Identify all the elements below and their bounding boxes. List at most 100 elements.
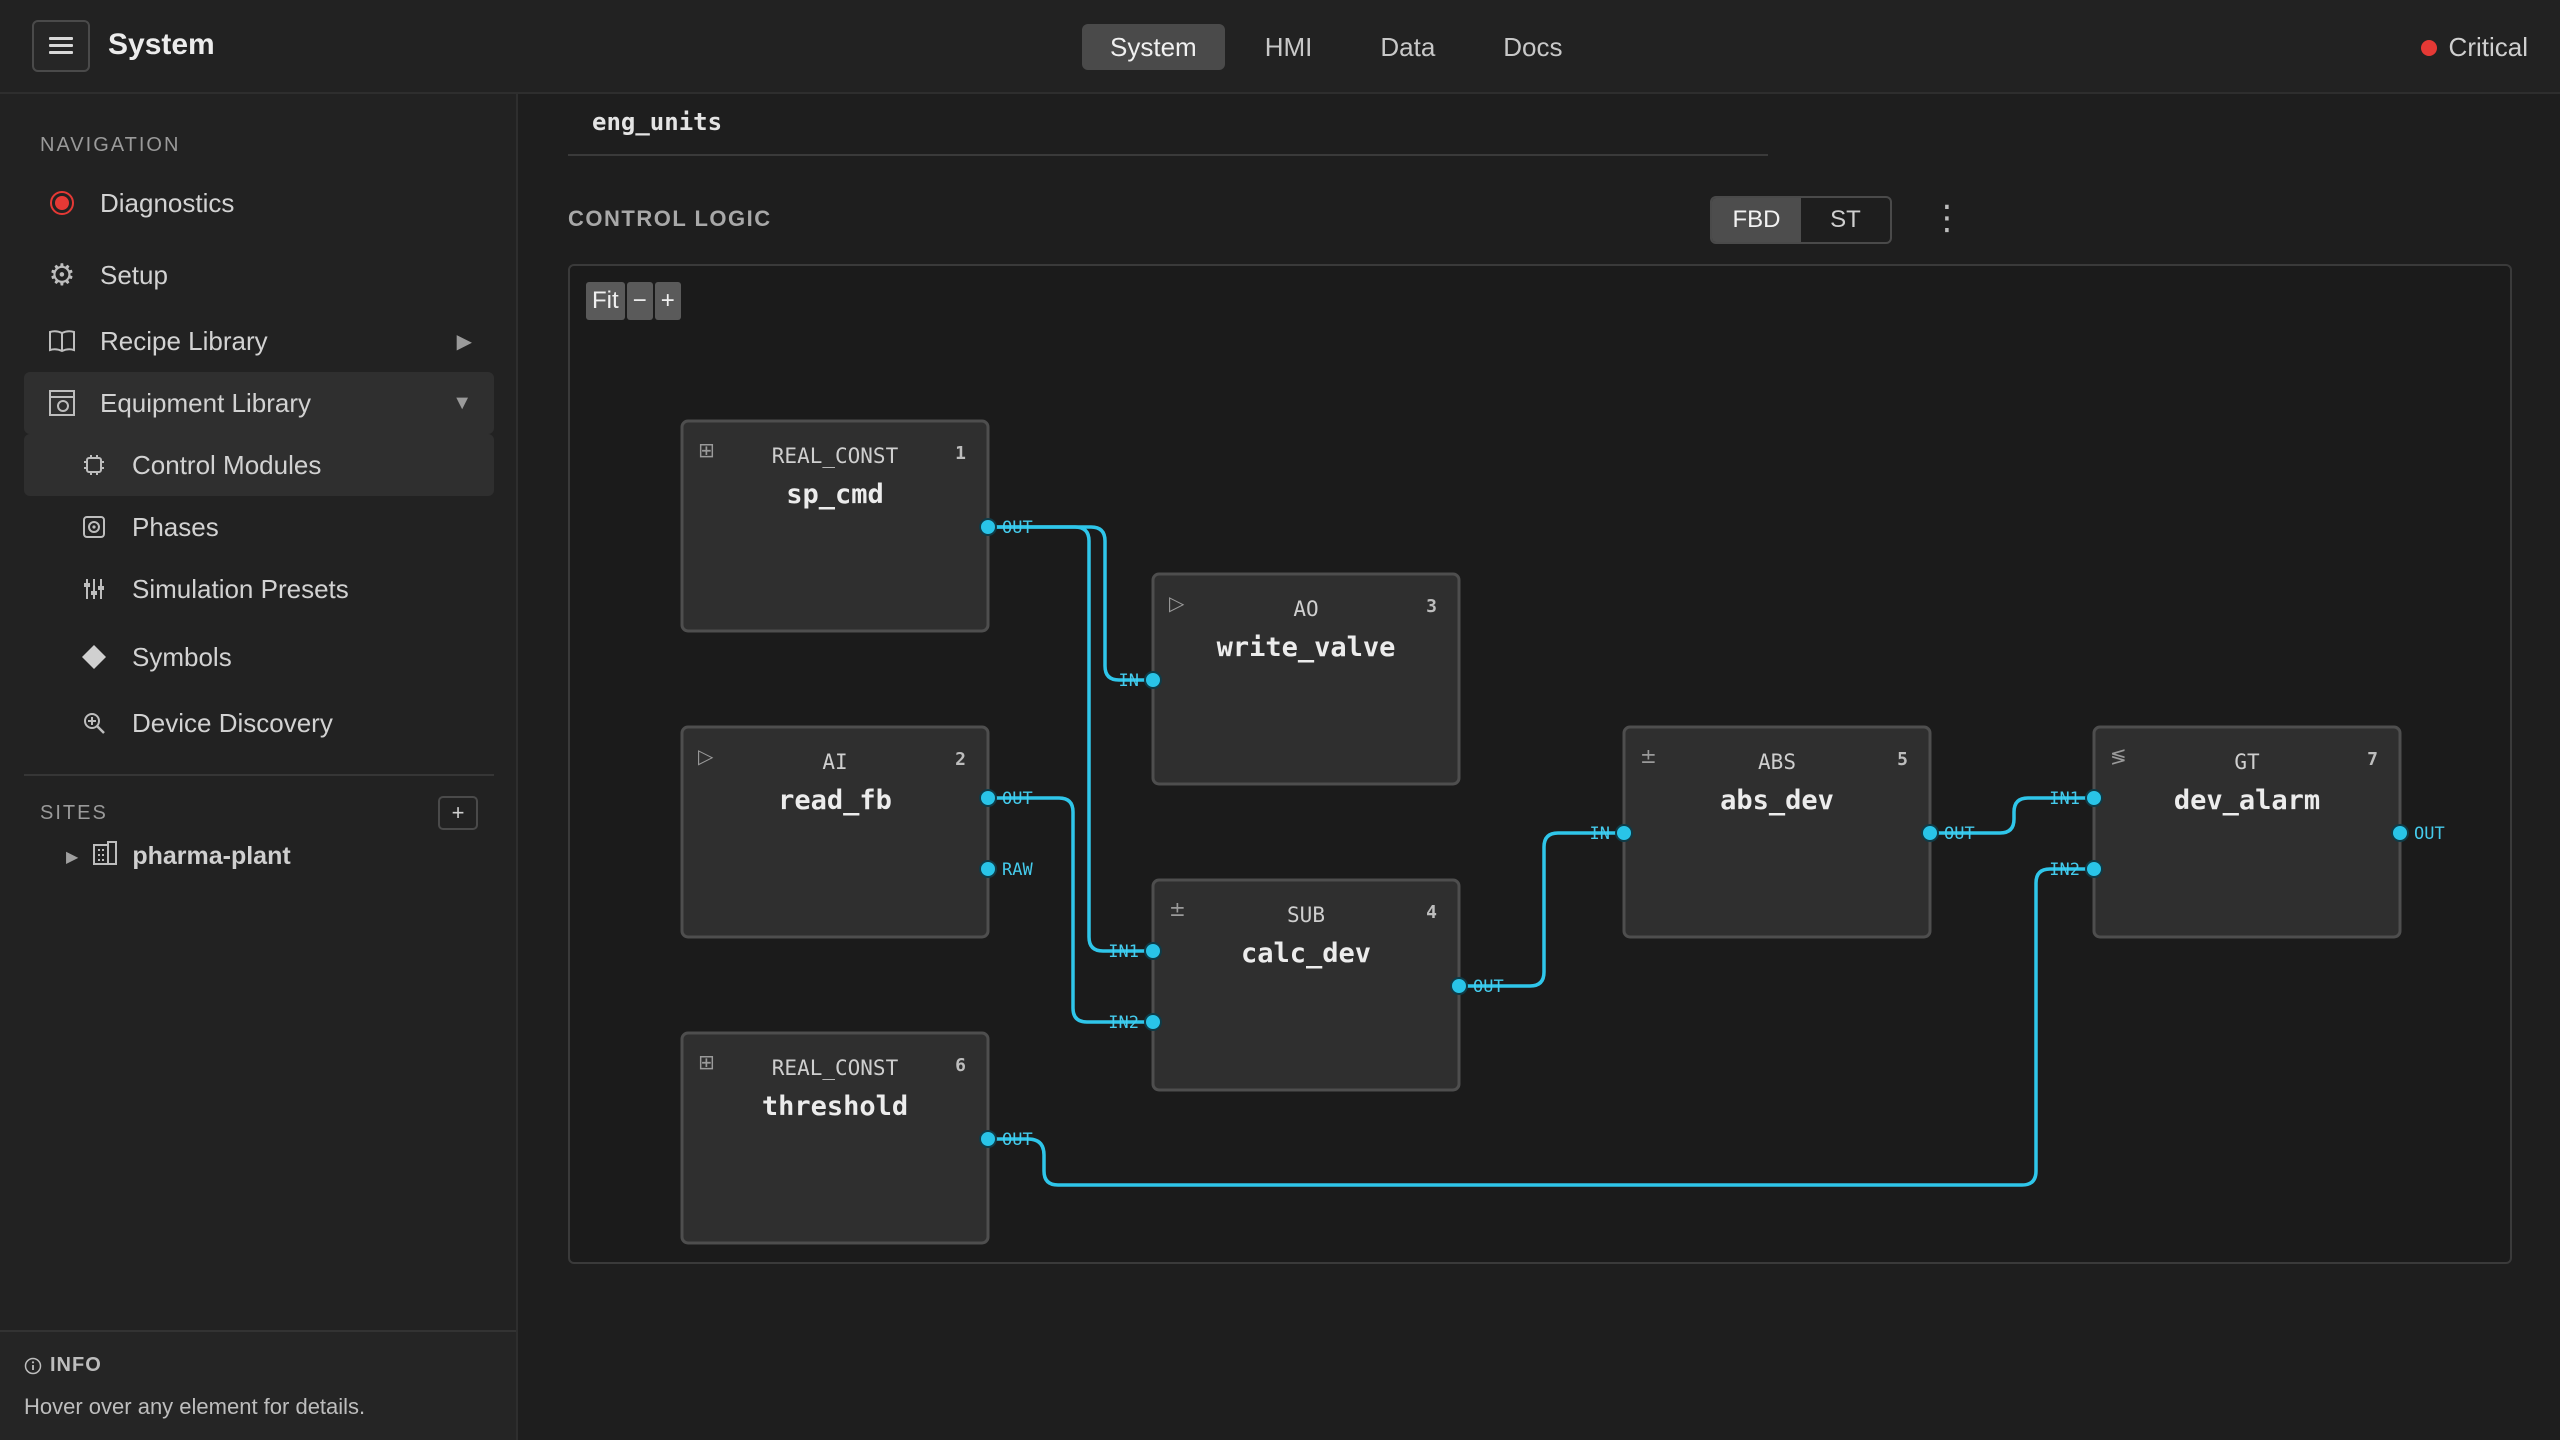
diamond-icon [24, 644, 132, 670]
sidebar-item-label: Symbols [132, 641, 232, 672]
mode-fbd-button[interactable]: FBD [1712, 198, 1801, 242]
field-underline [568, 154, 1768, 156]
sidebar-item-diagnostics[interactable]: Diagnostics [24, 172, 494, 234]
sidebar-item-equipment-library[interactable]: Equipment Library ▼ [24, 372, 494, 434]
chevron-down-icon[interactable]: ▼ [452, 392, 472, 415]
fbd-block-write-valve[interactable]: ▷ AO write_valve 3 IN [1119, 572, 1461, 786]
fbd-block-calc-dev[interactable]: ± SUB calc_dev 4 IN1 IN2 OUT [1108, 878, 1504, 1092]
sidebar-item-label: Simulation Presets [132, 573, 349, 604]
field-label: eng_units [592, 108, 723, 136]
port-label: IN2 [2049, 860, 2080, 880]
port-label: OUT [1944, 824, 1975, 844]
sidebar-item-phases[interactable]: Phases [24, 496, 494, 558]
input-port[interactable] [1144, 671, 1162, 689]
input-port[interactable] [2085, 860, 2103, 878]
sidebar-item-recipe-library[interactable]: Recipe Library ▶ [24, 310, 494, 372]
menu-button[interactable] [32, 20, 90, 72]
output-port[interactable] [979, 1130, 997, 1148]
block-type: REAL_CONST [772, 444, 899, 468]
input-port[interactable] [2085, 789, 2103, 807]
play-icon: ▷ [1169, 591, 1185, 615]
tab-system[interactable]: System [1082, 24, 1225, 70]
fbd-block-dev-alarm[interactable]: ≶ GT dev_alarm 7 IN1 IN2 OUT [2049, 725, 2445, 939]
output-port[interactable] [1450, 977, 1468, 995]
top-tabs: System HMI Data Docs [1082, 24, 1591, 70]
navigation-heading: NAVIGATION [40, 134, 181, 156]
input-port[interactable] [1144, 1013, 1162, 1031]
fbd-block-threshold[interactable]: ⊞ REAL_CONST threshold 6 OUT [680, 1031, 1033, 1245]
sidebar-item-control-modules[interactable]: Control Modules [24, 434, 494, 496]
sidebar-item-label: Device Discovery [132, 707, 333, 738]
book-icon [24, 329, 100, 353]
block-number: 5 [1897, 749, 1908, 770]
tab-data[interactable]: Data [1352, 24, 1463, 70]
block-number: 2 [955, 749, 966, 770]
output-port[interactable] [979, 860, 997, 878]
block-number: 3 [1426, 596, 1437, 617]
tab-hmi[interactable]: HMI [1237, 24, 1341, 70]
sidebar-item-symbols[interactable]: Symbols [24, 626, 494, 688]
info-icon [24, 1357, 42, 1374]
block-name: dev_alarm [2174, 785, 2320, 816]
sidebar-item-label: Equipment Library [100, 387, 311, 418]
site-tree-item[interactable]: ▶ pharma-plant [66, 840, 291, 873]
wire[interactable] [988, 796, 1153, 1024]
zoom-in-button[interactable]: + [654, 282, 681, 320]
output-port[interactable] [979, 789, 997, 807]
compare-icon: ≶ [2110, 744, 2127, 768]
status-label: Critical [2448, 32, 2528, 62]
sites-heading: SITES [40, 802, 108, 824]
sidebar: NAVIGATION Diagnostics ⚙ Setup Recipe Li… [0, 94, 518, 1440]
status-dot-icon [2420, 39, 2437, 56]
fbd-block-read-fb[interactable]: ▷ AI read_fb 2 OUT RAW [680, 725, 1033, 939]
building-icon [92, 840, 118, 873]
port-label: IN2 [1108, 1013, 1139, 1033]
plusminus-icon: ± [1640, 744, 1657, 768]
info-text: Hover over any element for details. [24, 1394, 366, 1419]
block-name: abs_dev [1720, 785, 1834, 816]
sidebar-item-label: Control Modules [132, 449, 322, 480]
const-icon: ⊞ [698, 438, 715, 462]
zoom-fit-button[interactable]: Fit [586, 282, 625, 320]
fbd-block-abs-dev[interactable]: ± ABS abs_dev 5 IN OUT [1590, 725, 1975, 939]
chip-icon [24, 453, 132, 477]
chevron-right-icon[interactable]: ▶ [457, 329, 472, 354]
input-port[interactable] [1615, 824, 1633, 842]
expand-triangle-icon[interactable]: ▶ [66, 847, 78, 867]
wire[interactable] [1459, 831, 1624, 988]
port-label: OUT [1473, 977, 1504, 997]
output-port[interactable] [979, 518, 997, 536]
block-type: GT [2234, 750, 2260, 774]
top-bar: System System HMI Data Docs Critical [0, 0, 2560, 94]
output-port[interactable] [2391, 824, 2409, 842]
port-label: OUT [1002, 789, 1033, 809]
wire[interactable] [988, 525, 1153, 682]
output-port[interactable] [1921, 824, 1939, 842]
sidebar-item-label: Setup [100, 259, 168, 290]
block-type: ABS [1758, 750, 1796, 774]
port-label: IN1 [2049, 789, 2080, 809]
zoom-out-button[interactable]: − [626, 282, 653, 320]
status-indicator[interactable]: Critical [2420, 32, 2528, 63]
port-label: OUT [2414, 824, 2445, 844]
mode-st-button[interactable]: ST [1801, 198, 1890, 242]
tab-docs[interactable]: Docs [1475, 24, 1590, 70]
input-port[interactable] [1144, 942, 1162, 960]
fbd-diagram[interactable]: ⊞ REAL_CONST sp_cmd 1 OUT ▷ AI read_fb 2 OUT RAW ▷ A… [570, 266, 2510, 1262]
sidebar-item-simulation-presets[interactable]: Simulation Presets [24, 558, 494, 620]
record-icon [24, 190, 100, 216]
wire[interactable] [988, 525, 1153, 953]
more-options-icon[interactable]: ⋮ [1930, 198, 1964, 238]
discovery-icon [24, 711, 132, 735]
port-label: IN1 [1108, 942, 1139, 962]
hamburger-icon [49, 37, 73, 55]
play-icon: ▷ [698, 744, 714, 768]
sidebar-item-device-discovery[interactable]: Device Discovery [24, 692, 494, 754]
add-site-button[interactable]: + [438, 796, 478, 830]
block-name: write_valve [1217, 632, 1396, 663]
fbd-block-sp-cmd[interactable]: ⊞ REAL_CONST sp_cmd 1 OUT [680, 419, 1033, 633]
fbd-canvas[interactable]: ⊞ REAL_CONST sp_cmd 1 OUT ▷ AI read_fb 2 OUT RAW ▷ A… [568, 264, 2512, 1264]
sidebar-item-setup[interactable]: ⚙ Setup [24, 244, 494, 306]
sidebar-item-label: Phases [132, 511, 219, 542]
block-type: AO [1293, 597, 1318, 621]
